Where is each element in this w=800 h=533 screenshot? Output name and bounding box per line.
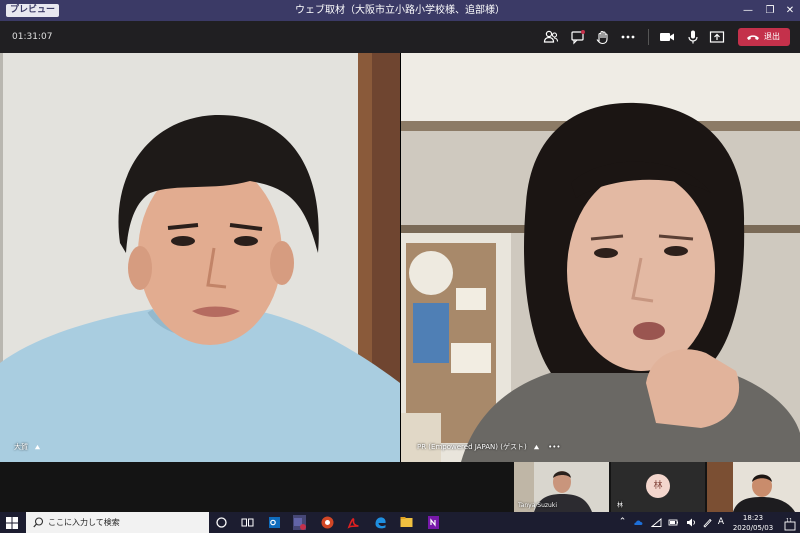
participant-strip: Tanya Suzuki 林 林 [0,462,800,512]
avatar-initial: 林 [646,474,670,498]
participants-icon[interactable] [541,27,561,47]
title-bar: プレビュー ウェブ取材（大阪市立小路小学校様、追部様） — ❐ ✕ [0,0,800,21]
chat-icon[interactable] [568,27,588,47]
onenote-icon[interactable] [426,515,441,530]
teams-icon[interactable] [292,515,307,530]
thumbnail-label-1: Tanya Suzuki [518,502,557,509]
notification-center-icon[interactable]: 11 [784,517,796,531]
participant-more-icon[interactable]: ••• [548,443,560,451]
battery-icon[interactable] [668,517,679,528]
powerpoint-icon[interactable] [320,515,335,530]
acrobat-icon[interactable] [346,515,361,530]
thumbnail-tile-2[interactable]: 林 林 [611,462,705,512]
self-view-video [707,462,800,512]
close-icon[interactable]: ✕ [778,0,800,21]
task-view-icon[interactable] [240,515,255,530]
pen-icon[interactable] [702,517,713,528]
taskbar-search-box[interactable]: ここに入力して検索 [26,512,209,533]
cortana-icon[interactable] [214,515,229,530]
leave-label: 退出 [764,32,780,41]
hang-up-icon [747,35,759,40]
notification-count: 11 [786,518,793,524]
thumbnail-label-2: 林 [617,502,624,509]
more-options-icon[interactable] [618,27,638,47]
thumbnail-tile-1[interactable]: Tanya Suzuki [514,462,609,512]
self-view-tile[interactable] [707,462,800,512]
clock-time: 18:23 [742,514,764,522]
onedrive-icon[interactable] [633,517,644,528]
participant-video-right [401,53,800,462]
meeting-toolbar: 01:31:07 退出 [0,21,800,53]
participant-name-left: 大賀 [14,442,41,452]
video-tile-left[interactable]: 大賀 [0,53,400,462]
wifi-icon[interactable] [651,517,662,528]
microphone-icon[interactable] [683,27,703,47]
raise-hand-icon[interactable] [592,27,612,47]
speaking-icon [533,444,540,449]
video-tile-right[interactable]: PR (Empowered JAPAN) (ゲスト) ••• [401,53,800,462]
toolbar-divider [648,29,649,45]
windows-start-icon[interactable] [6,517,18,529]
leave-button[interactable]: 退出 [738,28,790,46]
file-explorer-icon[interactable] [399,515,414,530]
clock-date: 2020/05/03 [732,524,774,532]
windows-taskbar: ここに入力して検索 ⌃ A 18:23 2020/05/03 11 [0,512,800,533]
search-icon [33,517,44,528]
participant-name-right: PR (Empowered JAPAN) (ゲスト) ••• [417,442,561,452]
edge-icon[interactable] [373,515,388,530]
share-screen-icon[interactable] [707,27,727,47]
volume-icon[interactable] [686,517,697,528]
speaking-icon [35,444,41,449]
show-hidden-icons-icon[interactable]: ⌃ [617,517,628,528]
window-title: ウェブ取材（大阪市立小路小学校様、追部様） [295,5,505,16]
participant-name-left-text: 大賀 [14,443,28,451]
search-placeholder: ここに入力して検索 [48,518,120,527]
taskbar-clock[interactable]: 18:23 2020/05/03 [725,513,781,533]
outlook-icon[interactable] [267,515,282,530]
meeting-timer: 01:31:07 [12,32,53,42]
teams-meeting-window: プレビュー ウェブ取材（大阪市立小路小学校様、追部様） — ❐ ✕ 01:31:… [0,0,800,533]
participant-name-right-text: PR (Empowered JAPAN) (ゲスト) [417,443,527,451]
participant-video-left [0,53,400,462]
minimize-icon[interactable]: — [736,0,760,21]
camera-icon[interactable] [657,27,677,47]
